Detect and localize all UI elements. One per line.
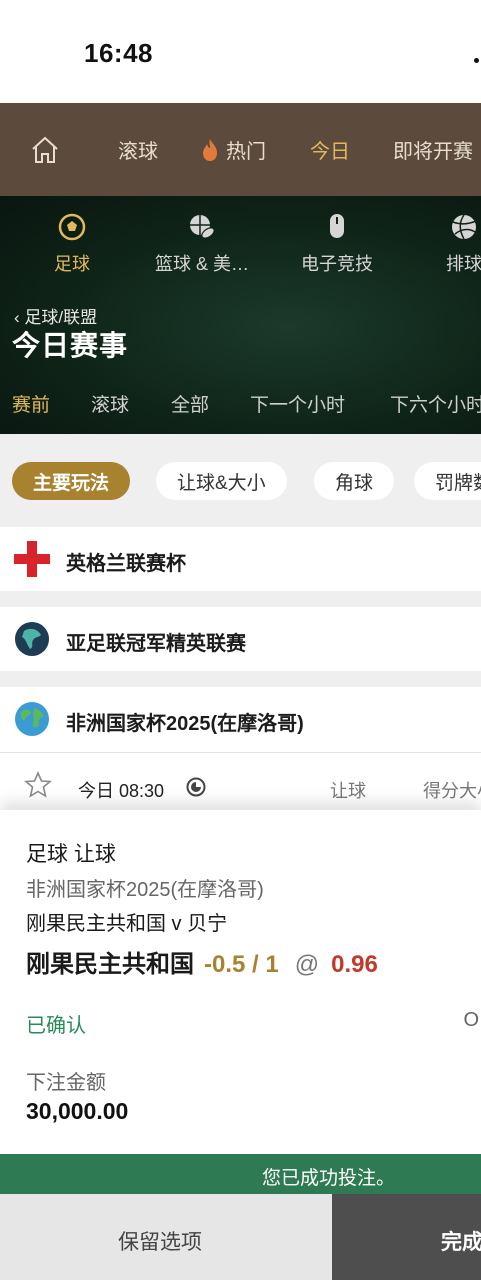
sport-tab-volleyball[interactable]: 排球 [404, 212, 481, 276]
subtab-prematch[interactable]: 赛前 [12, 390, 50, 417]
league-name: 英格兰联赛杯 [66, 553, 186, 575]
page-title: 今日赛事 [12, 330, 129, 361]
signal-dot-icon [474, 58, 479, 63]
keep-selection-button[interactable]: 保留选项 [0, 1194, 332, 1280]
bet-competition: 非洲国家杯2025(在摩洛哥) [26, 879, 264, 901]
success-banner: 您已成功投注。 [0, 1154, 481, 1194]
filter-handicap-totals[interactable]: 让球&大小 [156, 462, 287, 500]
keep-selection-label: 保留选项 [118, 1231, 202, 1254]
volleyball-icon [452, 214, 477, 240]
filter-corners[interactable]: 角球 [314, 462, 395, 500]
sport-tab-esports-label: 电子竞技 [301, 254, 373, 274]
bet-status-right: O [463, 1009, 479, 1031]
status-bar: 16:48 [0, 0, 481, 103]
league-name: 非洲国家杯2025(在摩洛哥) [66, 713, 304, 735]
league-row-afcon[interactable]: 非洲国家杯2025(在摩洛哥) [0, 687, 481, 751]
home-icon[interactable] [30, 135, 60, 165]
stake-label: 下注金额 [26, 1072, 106, 1094]
league-row-afc-champions[interactable]: 亚足联冠军精英联赛 [0, 607, 481, 671]
nav-item-upcoming[interactable]: 即将开赛 [393, 103, 473, 196]
basketball-icon [190, 215, 215, 239]
done-label: 完成 [441, 1231, 481, 1254]
bet-odds: 0.96 [331, 951, 378, 978]
subtab-live[interactable]: 滚球 [91, 390, 129, 417]
esports-mouse-icon [330, 214, 344, 238]
divider [0, 591, 481, 607]
bet-market: 足球 让球 [26, 843, 116, 866]
bet-fixture: 刚果民主共和国 v 贝宁 [26, 913, 228, 935]
nav-item-live[interactable]: 滚球 [118, 103, 158, 196]
world-globe-icon [15, 702, 49, 736]
sport-tab-basketball[interactable]: 篮球 & 美… [142, 212, 262, 276]
bet-confirmation-sheet: 足球 让球 非洲国家杯2025(在摩洛哥) 刚果民主共和国 v 贝宁 刚果民主共… [0, 810, 481, 1154]
soccer-ball-icon [58, 213, 86, 241]
success-message: 您已成功投注。 [262, 1168, 396, 1189]
sport-header: 足球 篮球 & 美… 电子竞技 排球 ‹ 足球/联盟 今日赛事 赛前 滚球 全部… [0, 196, 481, 434]
bet-status: 已确认 [26, 1015, 86, 1037]
sport-tab-basketball-label: 篮球 & 美… [154, 254, 249, 274]
subtab-all[interactable]: 全部 [171, 390, 209, 417]
asia-globe-icon [15, 622, 49, 656]
market-filter-bar: 主要玩法 让球&大小 角球 罚牌数 [0, 434, 481, 527]
league-row-england-cup[interactable]: 英格兰联赛杯 [0, 527, 481, 591]
done-button[interactable]: 完成 [332, 1194, 481, 1280]
nav-item-hot-label: 热门 [226, 141, 266, 163]
column-handicap: 让球 [330, 781, 366, 801]
star-icon[interactable] [24, 771, 52, 799]
league-name: 亚足联冠军精英联赛 [66, 633, 246, 655]
sport-tab-soccer[interactable]: 足球 [12, 212, 132, 276]
at-symbol: @ [294, 951, 320, 978]
sport-tab-volleyball-label: 排球 [446, 254, 481, 274]
divider [0, 671, 481, 687]
stake-value: 30,000.00 [26, 1098, 129, 1124]
sport-tab-soccer-label: 足球 [54, 254, 90, 274]
top-nav: 滚球 热门 今日 即将开赛 [0, 103, 481, 196]
status-time: 16:48 [84, 38, 153, 68]
bet-selection: 刚果民主共和国 [26, 951, 194, 978]
filter-bookings[interactable]: 罚牌数 [414, 462, 481, 500]
nav-item-today[interactable]: 今日 [310, 103, 350, 196]
match-row[interactable]: 今日 08:30 让球 得分大小 [0, 752, 481, 810]
subtab-next-six-hours[interactable]: 下六个小时 [390, 390, 481, 417]
sport-tab-esports[interactable]: 电子竞技 [277, 212, 397, 276]
nav-item-hot[interactable]: 热门 [200, 103, 266, 196]
bet-handicap: -0.5 / 1 [204, 951, 279, 978]
subtab-next-hour[interactable]: 下一个小时 [250, 390, 345, 417]
match-time: 今日 08:30 [78, 781, 165, 801]
flame-icon [203, 138, 217, 161]
column-total: 得分大小 [423, 781, 481, 801]
england-flag-icon [14, 541, 50, 577]
filter-main-markets[interactable]: 主要玩法 [12, 462, 131, 500]
bet-selection-line: 刚果民主共和国 -0.5 / 1 @ 0.96 [26, 944, 378, 979]
live-stream-icon[interactable] [186, 777, 206, 797]
